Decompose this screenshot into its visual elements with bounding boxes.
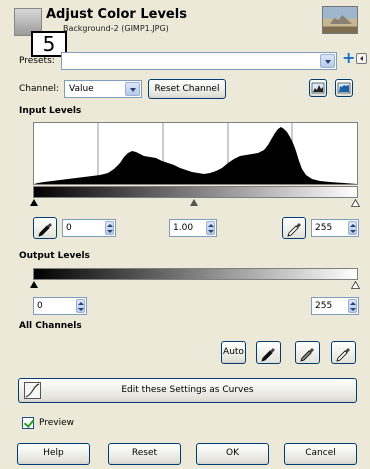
eyedropper-black-icon[interactable] bbox=[256, 341, 281, 364]
input-levels-title: Input Levels bbox=[19, 106, 82, 116]
eyedropper-gray-icon[interactable] bbox=[295, 341, 320, 364]
input-gamma-value: 1.00 bbox=[173, 223, 194, 233]
all-channels-title: All Channels bbox=[19, 321, 82, 331]
eyedropper-white-icon[interactable] bbox=[282, 217, 306, 239]
spin-arrows-icon[interactable] bbox=[348, 221, 357, 235]
plus-icon[interactable]: + bbox=[342, 48, 355, 67]
output-levels-title: Output Levels bbox=[19, 251, 90, 261]
cancel-button[interactable]: Cancel bbox=[284, 443, 357, 465]
input-white-handle[interactable] bbox=[350, 198, 361, 210]
preview-checkbox[interactable] bbox=[22, 417, 34, 429]
presets-label: Presets: bbox=[19, 56, 55, 66]
spin-arrows-icon[interactable] bbox=[76, 299, 85, 313]
edit-as-curves-label: Edit these Settings as Curves bbox=[121, 385, 254, 395]
curves-icon bbox=[24, 382, 41, 399]
input-black-value: 0 bbox=[66, 223, 72, 233]
output-high-spin[interactable]: 255 bbox=[311, 297, 359, 315]
output-high-value: 255 bbox=[315, 301, 333, 311]
chevron-down-icon[interactable] bbox=[320, 54, 335, 68]
eyedropper-black-icon[interactable] bbox=[33, 217, 57, 239]
channel-combo[interactable]: Value bbox=[64, 80, 142, 98]
spin-arrows-icon[interactable] bbox=[105, 221, 114, 235]
output-low-value: 0 bbox=[37, 301, 43, 311]
help-button[interactable]: Help bbox=[17, 443, 90, 465]
output-low-handle[interactable] bbox=[30, 281, 38, 288]
menu-arrow-icon[interactable] bbox=[356, 53, 367, 64]
eyedropper-white-icon[interactable] bbox=[331, 341, 356, 364]
spin-arrows-icon[interactable] bbox=[348, 299, 357, 313]
channel-value: Value bbox=[69, 84, 94, 94]
output-gradient bbox=[33, 268, 358, 280]
input-gradient bbox=[33, 186, 358, 198]
reset-channel-button[interactable]: Reset Channel bbox=[148, 79, 226, 99]
log-histogram-icon[interactable] bbox=[335, 79, 353, 97]
output-low-spin[interactable]: 0 bbox=[33, 297, 87, 315]
edit-as-curves-button[interactable]: Edit these Settings as Curves bbox=[18, 378, 357, 403]
spin-arrows-icon[interactable] bbox=[206, 221, 215, 235]
input-gamma-handle[interactable] bbox=[190, 199, 198, 206]
input-black-handle[interactable] bbox=[30, 199, 38, 206]
input-white-value: 255 bbox=[315, 223, 333, 233]
image-thumbnail bbox=[322, 6, 358, 34]
preview-label: Preview bbox=[39, 418, 75, 428]
ok-button[interactable]: OK bbox=[196, 443, 269, 465]
dialog-subtitle: Background-2 (GIMP1.JPG) bbox=[63, 24, 169, 33]
dialog-title: Adjust Color Levels bbox=[46, 7, 187, 22]
output-high-handle[interactable] bbox=[350, 280, 361, 292]
linear-histogram-icon[interactable] bbox=[309, 79, 327, 97]
presets-combo[interactable] bbox=[61, 52, 337, 70]
histogram bbox=[33, 122, 358, 185]
channel-label: Channel: bbox=[19, 84, 59, 94]
input-black-spin[interactable]: 0 bbox=[62, 219, 116, 237]
reset-button[interactable]: Reset bbox=[108, 443, 181, 465]
input-gamma-spin[interactable]: 1.00 bbox=[169, 219, 217, 237]
auto-button[interactable]: Auto bbox=[221, 341, 246, 364]
chevron-down-icon[interactable] bbox=[125, 82, 140, 96]
input-white-spin[interactable]: 255 bbox=[311, 219, 359, 237]
